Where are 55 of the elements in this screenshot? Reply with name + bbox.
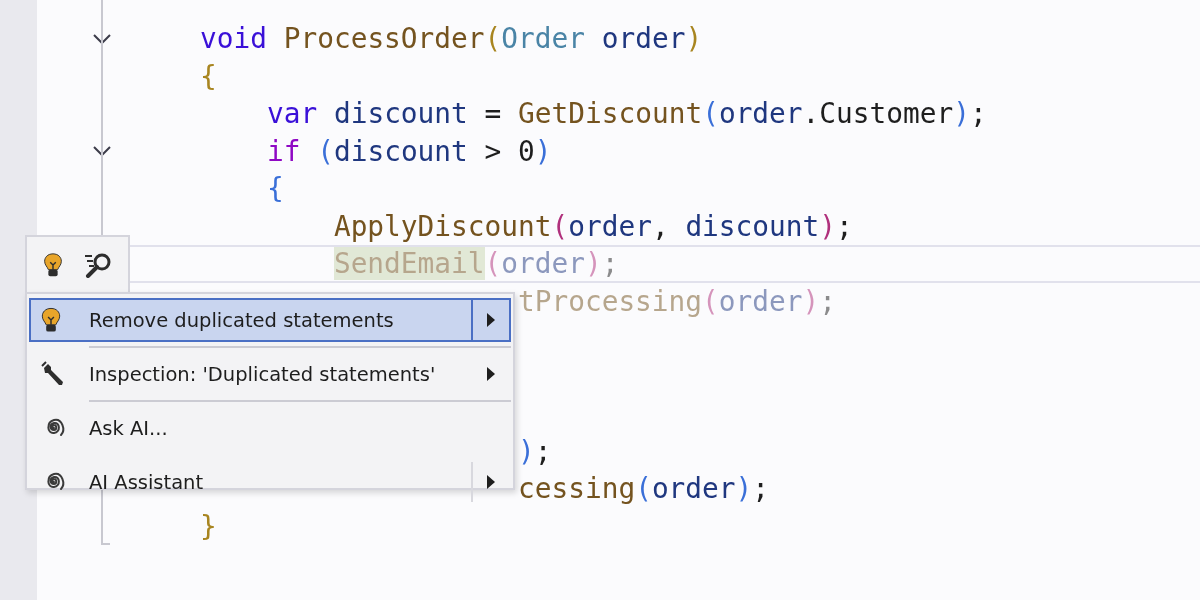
submenu-arrow-icon (486, 312, 496, 328)
variable-name: order (718, 97, 803, 131)
bracket: ( (317, 134, 334, 168)
code-text: ; (836, 209, 853, 243)
code-text: ; (819, 284, 836, 318)
code-text: > 0 (484, 134, 535, 168)
bracket: ( (484, 22, 502, 56)
submenu-arrow-icon (486, 366, 496, 382)
bracket: ( (702, 284, 719, 318)
method-name: ApplyDiscount (333, 209, 552, 243)
method-name: GetDiscount (518, 97, 703, 131)
bracket: ) (802, 284, 820, 318)
bracket: ( (702, 97, 719, 131)
code-text: , (651, 209, 670, 243)
bracket: ( (484, 247, 502, 281)
variable-name: order (651, 472, 736, 506)
variable-name: order (718, 284, 803, 318)
type-name: Order (501, 22, 585, 56)
method-name: tProcessing (517, 284, 703, 318)
variable-name: discount (333, 134, 468, 168)
bracket: ( (551, 209, 569, 243)
bracket: ) (953, 97, 970, 131)
lightbulb-icon (41, 306, 61, 334)
bracket: ) (584, 247, 602, 281)
code-text: ; (534, 434, 552, 468)
bracket: ) (517, 434, 535, 468)
code-text: .Customer (802, 97, 954, 131)
variable-name: discount (685, 209, 820, 243)
variable-name: order (501, 247, 585, 281)
code-text: ; (601, 247, 619, 281)
method-name: cessing (517, 472, 636, 506)
bracket: ( (635, 472, 652, 506)
code-text: ; (969, 97, 987, 131)
keyword: void (200, 22, 267, 56)
keyword: if (266, 134, 301, 168)
variable-name: discount (333, 97, 468, 131)
bracket: ) (735, 472, 753, 506)
variable-name: order (601, 22, 686, 56)
code-text: ; (752, 472, 770, 506)
bracket: ) (685, 22, 703, 56)
bracket: } (200, 509, 217, 543)
method-name: SendEmail (333, 247, 485, 281)
bracket: { (266, 172, 284, 206)
menu-item[interactable]: AI Assistant (29, 460, 511, 504)
bracket: { (200, 59, 217, 93)
code-text: = (484, 97, 503, 131)
menu-item[interactable]: Remove duplicated statements (29, 298, 511, 342)
menu-item[interactable]: Ask AI... (29, 406, 511, 450)
menu-item[interactable]: Inspection: 'Duplicated statements' (29, 352, 511, 396)
method-name: ProcessOrder (283, 22, 485, 56)
submenu-arrow-icon (486, 474, 496, 490)
keyword: var (266, 97, 318, 131)
bracket: ) (534, 134, 552, 168)
variable-name: order (568, 209, 652, 243)
bracket: ) (819, 209, 836, 243)
